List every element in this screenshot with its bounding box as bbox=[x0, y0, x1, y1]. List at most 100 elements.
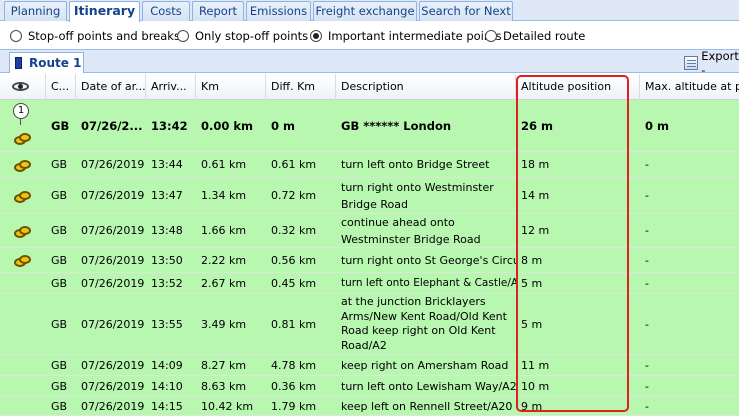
table-row[interactable]: GB 07/26/2019 13:47 1.34 km 0.72 km turn… bbox=[0, 178, 739, 214]
cell-date: 07/26/2019 bbox=[81, 253, 145, 267]
cell-max-altitude: - bbox=[645, 399, 649, 413]
option-important-intermediate-points[interactable]: Important intermediate points bbox=[310, 29, 502, 43]
column-max-altitude[interactable]: Max. altitude at prev bbox=[640, 74, 739, 100]
tab-freight-exchange[interactable]: Freight exchange bbox=[313, 1, 417, 21]
column-arrival[interactable]: Arriv... bbox=[146, 74, 196, 100]
export-label: Export - bbox=[701, 48, 739, 77]
radio-checked-icon[interactable] bbox=[310, 30, 322, 42]
option-label: Stop-off points and breaks bbox=[28, 29, 180, 43]
cell-arrival: 14:15 bbox=[151, 399, 183, 413]
grid-header: C... Date of ar... Arriv... Km Diff. Km … bbox=[0, 74, 739, 100]
cell-max-altitude: - bbox=[645, 224, 649, 237]
tab-costs[interactable]: Costs bbox=[142, 1, 190, 21]
table-row[interactable]: GB 07/26/2019 14:15 10.42 km 1.79 km kee… bbox=[0, 397, 739, 416]
cell-altitude: 18 m bbox=[521, 158, 550, 171]
start-pin-icon: 1 bbox=[13, 103, 29, 119]
cell-description: turn left onto Elephant & Castle/A3 bbox=[341, 277, 516, 289]
cell-country: GB bbox=[51, 158, 68, 171]
stop-icon bbox=[14, 133, 31, 145]
option-label: Important intermediate points bbox=[328, 29, 502, 43]
route-icon bbox=[15, 57, 22, 69]
cell-altitude: 26 m bbox=[521, 118, 553, 133]
export-icon bbox=[684, 55, 699, 70]
table-row[interactable]: GB 07/26/2019 14:09 8.27 km 4.78 km keep… bbox=[0, 355, 739, 376]
column-description[interactable]: Description bbox=[336, 74, 516, 100]
stop-icon bbox=[14, 255, 31, 267]
cell-max-altitude: - bbox=[645, 158, 649, 171]
column-altitude-position[interactable]: Altitude position bbox=[516, 74, 640, 100]
row-icon-cell bbox=[0, 355, 46, 375]
cell-diff-km: 0.56 km bbox=[271, 253, 317, 267]
table-row[interactable]: 1 GB 07/26/2... 13:42 0.00 km 0 m GB ***… bbox=[0, 100, 739, 152]
cell-km: 1.66 km bbox=[201, 224, 247, 237]
option-stop-off-points-and-breaks[interactable]: Stop-off points and breaks bbox=[10, 29, 180, 43]
cell-altitude: 5 m bbox=[521, 276, 543, 290]
cell-km: 2.67 km bbox=[201, 276, 247, 290]
tab-itinerary[interactable]: Itinerary bbox=[69, 1, 140, 22]
route-tab-label: Route 1 bbox=[29, 56, 82, 70]
eye-icon bbox=[12, 82, 29, 91]
export-button[interactable]: Export - bbox=[684, 49, 739, 77]
cell-max-altitude: - bbox=[645, 317, 649, 331]
table-row[interactable]: GB 07/26/2019 13:48 1.66 km 0.32 km cont… bbox=[0, 214, 739, 248]
table-row[interactable]: GB 07/26/2019 13:50 2.22 km 0.56 km turn… bbox=[0, 248, 739, 273]
cell-date: 07/26/2019 bbox=[81, 399, 145, 413]
cell-arrival: 14:10 bbox=[151, 379, 183, 393]
column-km[interactable]: Km bbox=[196, 74, 266, 100]
cell-country: GB bbox=[51, 379, 68, 393]
tab-route-1[interactable]: Route 1 bbox=[9, 52, 84, 73]
cell-date: 07/26/2019 bbox=[81, 224, 145, 237]
tab-report[interactable]: Report bbox=[192, 1, 244, 21]
radio-icon[interactable] bbox=[485, 30, 497, 42]
table-row[interactable]: GB 07/26/2019 13:55 3.49 km 0.81 km at t… bbox=[0, 294, 739, 355]
cell-country: GB bbox=[51, 253, 68, 267]
cell-altitude: 5 m bbox=[521, 317, 543, 331]
cell-altitude: 12 m bbox=[521, 224, 550, 237]
main-tab-bar: Planning Itinerary Costs Report Emission… bbox=[0, 0, 739, 22]
cell-date: 07/26/2019 bbox=[81, 158, 145, 171]
option-only-stop-off-points[interactable]: Only stop-off points bbox=[177, 29, 308, 43]
cell-country: GB bbox=[51, 189, 68, 202]
row-icon-cell bbox=[0, 178, 46, 213]
column-visibility[interactable] bbox=[0, 74, 46, 100]
cell-description: turn left onto Lewisham Way/A20 bbox=[341, 379, 516, 393]
cell-diff-km: 4.78 km bbox=[271, 358, 317, 372]
cell-km: 8.27 km bbox=[201, 358, 247, 372]
option-detailed-route[interactable]: Detailed route bbox=[485, 29, 585, 43]
cell-date: 07/26/2019 bbox=[81, 379, 145, 393]
row-icon-cell: 1 bbox=[0, 100, 46, 151]
cell-country: GB bbox=[51, 276, 68, 290]
cell-km: 8.63 km bbox=[201, 379, 247, 393]
option-label: Detailed route bbox=[503, 29, 586, 43]
cell-arrival: 13:42 bbox=[151, 118, 188, 133]
cell-date: 07/26/2019 bbox=[81, 189, 145, 202]
cell-country: GB bbox=[51, 224, 68, 237]
stop-icon bbox=[14, 191, 31, 203]
tab-search-for-next[interactable]: Search for Next bbox=[419, 1, 513, 21]
table-row[interactable]: GB 07/26/2019 14:10 8.63 km 0.36 km turn… bbox=[0, 376, 739, 397]
cell-km: 3.49 km bbox=[201, 317, 247, 331]
cell-date: 07/26/2019 bbox=[81, 276, 145, 290]
column-country[interactable]: C... bbox=[46, 74, 76, 100]
row-icon-cell bbox=[0, 214, 46, 247]
cell-description: GB ****** London bbox=[341, 118, 452, 133]
radio-icon[interactable] bbox=[10, 30, 22, 42]
cell-km: 2.22 km bbox=[201, 253, 247, 267]
tab-emissions[interactable]: Emissions bbox=[246, 1, 311, 21]
option-label: Only stop-off points bbox=[195, 29, 309, 43]
cell-diff-km: 0.81 km bbox=[271, 317, 317, 331]
cell-arrival: 13:50 bbox=[151, 253, 183, 267]
cell-arrival: 13:44 bbox=[151, 158, 183, 171]
cell-km: 10.42 km bbox=[201, 399, 254, 413]
tab-planning[interactable]: Planning bbox=[4, 1, 67, 21]
table-row[interactable]: GB 07/26/2019 13:44 0.61 km 0.61 km turn… bbox=[0, 152, 739, 178]
radio-icon[interactable] bbox=[177, 30, 189, 42]
cell-diff-km: 0.36 km bbox=[271, 379, 317, 393]
cell-country: GB bbox=[51, 118, 70, 133]
row-icon-cell bbox=[0, 152, 46, 177]
table-row[interactable]: GB 07/26/2019 13:52 2.67 km 0.45 km turn… bbox=[0, 273, 739, 294]
cell-altitude: 8 m bbox=[521, 253, 543, 267]
row-icon-cell bbox=[0, 294, 46, 354]
column-date[interactable]: Date of ar... bbox=[76, 74, 146, 100]
column-diff-km[interactable]: Diff. Km bbox=[266, 74, 336, 100]
